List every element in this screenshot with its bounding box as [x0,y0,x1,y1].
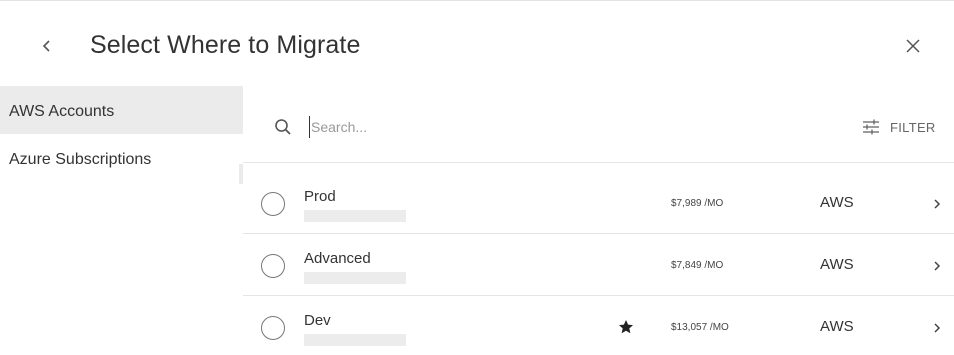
back-button[interactable] [36,34,58,58]
account-cost: $13,057 /MO [671,322,729,333]
chevron-left-icon [42,40,50,52]
search-bar: FILTER [243,86,954,163]
account-id-redacted [304,272,406,284]
chevron-right-icon[interactable] [932,198,942,210]
radio-button[interactable] [261,254,285,278]
list-item[interactable]: Advanced $7,849 /MO AWS [243,235,954,296]
star-icon[interactable] [618,319,634,335]
sidebar-item-aws-accounts[interactable]: AWS Accounts [0,86,243,134]
sidebar-item-label: Azure Subscriptions [9,151,152,168]
radio-button[interactable] [261,316,285,340]
close-icon [906,39,920,53]
list-item[interactable]: Prod $7,989 /MO AWS [243,173,954,234]
sidebar: AWS Accounts Azure Subscriptions [0,86,243,355]
account-cost: $7,989 /MO [671,198,724,209]
account-name: Dev [304,312,331,329]
dialog-header: Select Where to Migrate [0,0,954,86]
search-input[interactable] [309,116,769,138]
page-title: Select Where to Migrate [90,31,361,59]
account-id-redacted [304,334,406,346]
filter-button[interactable]: FILTER [862,116,936,138]
sidebar-item-azure-subscriptions[interactable]: Azure Subscriptions [0,134,243,182]
search-icon [275,119,291,135]
account-list-panel: FILTER Prod $7,989 /MO AWS Advanced $7,8… [239,86,954,355]
account-id-redacted [304,210,406,222]
list-item[interactable]: Dev $13,057 /MO AWS [243,297,954,355]
account-name: Prod [304,188,336,205]
cloud-provider: AWS [820,318,854,335]
cloud-provider: AWS [820,194,854,211]
account-name: Advanced [304,250,371,267]
account-cost: $7,849 /MO [671,260,724,271]
radio-button[interactable] [261,192,285,216]
chevron-right-icon[interactable] [932,322,942,334]
close-button[interactable] [902,35,924,57]
filter-sliders-icon [863,119,879,135]
cloud-provider: AWS [820,256,854,273]
filter-label: FILTER [890,119,936,135]
chevron-right-icon[interactable] [932,260,942,272]
sidebar-item-label: AWS Accounts [9,103,115,120]
